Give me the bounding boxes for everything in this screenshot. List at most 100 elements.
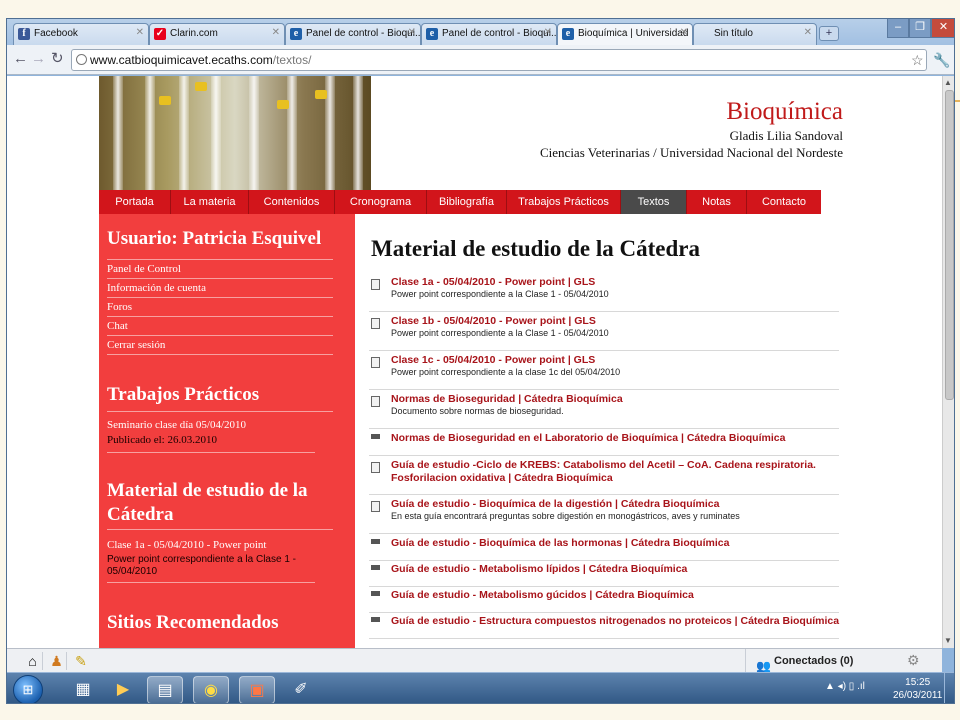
vertical-scrollbar[interactable]: ▲ ▼ — [942, 76, 954, 648]
sidebar-link-panel-control[interactable]: Panel de Control — [107, 260, 333, 279]
list-item[interactable]: Guía de estudio - Bioquímica de la diges… — [369, 498, 839, 534]
list-item[interactable]: Guía de estudio -Ciclo de KREBS: Catabol… — [369, 459, 839, 495]
system-tray[interactable]: ▲ ◂) ▯ .ıl — [825, 681, 865, 692]
home-icon[interactable]: ⌂ — [23, 652, 43, 670]
chrome-icon[interactable]: ◉ — [193, 676, 229, 703]
document-title-link[interactable]: Guía de estudio - Metabolismo gúcidos | … — [391, 589, 841, 602]
sidebar-link-cerrar-sesion[interactable]: Cerrar sesión — [107, 336, 333, 355]
document-title-link[interactable]: Normas de Bioseguridad | Cátedra Bioquím… — [391, 393, 841, 406]
connected-users-button[interactable]: 👥 Conectados (0) — [745, 649, 905, 673]
tab-close-icon[interactable]: ✕ — [272, 27, 280, 38]
document-title-link[interactable]: Guía de estudio -Ciclo de KREBS: Catabol… — [391, 459, 841, 485]
close-window-button[interactable]: ✕ — [931, 19, 954, 38]
menu-contacto[interactable]: Contacto — [747, 190, 821, 214]
document-desc: Power point correspondiente a la clase 1… — [391, 367, 621, 377]
menu-contenidos[interactable]: Contenidos — [249, 190, 335, 214]
wrench-icon[interactable]: 🔧 — [933, 52, 950, 69]
system-clock[interactable]: 15:25 26/03/2011 — [893, 676, 942, 702]
browser-toolbar: ← → ↻ www.catbioquimicavet.ecaths.com/te… — [7, 45, 954, 75]
menu-cronograma[interactable]: Cronograma — [335, 190, 427, 214]
tab-clarin[interactable]: ✓ Clarin.com ✕ — [149, 23, 285, 45]
list-item[interactable]: Guía de estudio - Bioquímica de las horm… — [369, 537, 839, 561]
document-title-link[interactable]: Guía de estudio - Estructura compuestos … — [391, 615, 841, 628]
material-item-link[interactable]: Clase 1a - 05/04/2010 - Power point — [107, 539, 266, 551]
tab-panel-control-1[interactable]: e Panel de control - Bioqui... ✕ — [285, 23, 421, 45]
sidebar-link-foros[interactable]: Foros — [107, 298, 333, 317]
page-viewport: Bioquímica Gladis Lilia Sandoval Ciencia… — [7, 76, 942, 648]
sidebar-link-chat[interactable]: Chat — [107, 317, 333, 336]
document-title-link[interactable]: Guía de estudio - Bioquímica de las horm… — [391, 537, 841, 550]
list-item[interactable]: Guía de estudio - Metabolismo lípidos | … — [369, 563, 839, 587]
document-title-link[interactable]: Clase 1c - 05/04/2010 - Power point | GL… — [391, 354, 841, 367]
media-player-icon[interactable]: ▶ — [105, 676, 141, 703]
tp-item-link[interactable]: Seminario clase día 05/04/2010 — [107, 419, 246, 431]
document-title-link[interactable]: Clase 1a - 05/04/2010 - Power point | GL… — [391, 276, 841, 289]
calculator-icon[interactable]: ▦ — [65, 676, 101, 703]
ie-icon: e — [426, 28, 438, 40]
clock-date: 26/03/2011 — [893, 690, 943, 701]
main-menu: Portada La materia Contenidos Cronograma… — [99, 190, 821, 214]
explorer-icon[interactable]: ▤ — [147, 676, 183, 703]
reload-icon[interactable]: ↻ — [51, 51, 64, 67]
show-desktop-button[interactable] — [944, 673, 954, 703]
clock-time: 15:25 — [905, 677, 931, 688]
address-bar[interactable]: www.catbioquimicavet.ecaths.com/textos/ — [71, 49, 927, 71]
globe-icon — [76, 54, 87, 65]
site-author: Gladis Lilia Sandoval — [729, 128, 843, 143]
tab-close-icon[interactable]: ✕ — [544, 27, 552, 38]
document-icon — [371, 434, 380, 439]
chat-bar: ⌂ ♟ ✎ 👥 Conectados (0) ⚙ — [7, 648, 942, 673]
list-item[interactable]: Clase 1c - 05/04/2010 - Power point | GL… — [369, 354, 839, 390]
page-title: Material de estudio de la Cátedra — [371, 236, 700, 261]
scroll-down-arrow-icon[interactable]: ▼ — [944, 636, 952, 645]
document-title-link[interactable]: Guía de estudio - Metabolismo lípidos | … — [391, 563, 841, 576]
sidebar-link-info-cuenta[interactable]: Información de cuenta — [107, 279, 333, 298]
material-item-desc: Power point correspondiente a la Clase 1… — [107, 554, 296, 577]
menu-bibliografia[interactable]: Bibliografía — [427, 190, 507, 214]
list-item[interactable]: Normas de Bioseguridad en el Laboratorio… — [369, 432, 839, 456]
document-icon — [371, 565, 380, 570]
maximize-button[interactable]: ❐ — [909, 19, 931, 38]
site-institution: Ciencias Veterinarias / Universidad Naci… — [540, 145, 843, 160]
tab-bioquimica[interactable]: e Bioquímica | Universidad ... ✕ — [557, 23, 693, 46]
back-arrow-icon[interactable]: ← — [13, 51, 28, 67]
scrollbar-thumb[interactable] — [945, 90, 954, 400]
document-desc: En esta guía encontrará preguntas sobre … — [391, 511, 740, 521]
list-item[interactable]: Guía de estudio - Estructura compuestos … — [369, 615, 839, 639]
tab-close-icon[interactable]: ✕ — [408, 27, 416, 38]
list-item[interactable]: Guía de estudio - Metabolismo gúcidos | … — [369, 589, 839, 613]
bookmark-star-icon[interactable]: ☆ — [911, 52, 924, 69]
new-tab-button[interactable]: + — [819, 26, 839, 41]
start-button[interactable]: ⊞ — [13, 675, 43, 703]
pencil-icon[interactable]: ✎ — [71, 652, 91, 670]
tab-panel-control-2[interactable]: e Panel de control - Bioqui... ✕ — [421, 23, 557, 45]
menu-trabajos-practicos[interactable]: Trabajos Prácticos — [507, 190, 621, 214]
tab-facebook[interactable]: f Facebook ✕ — [13, 23, 149, 45]
user-icon[interactable]: ♟ — [47, 652, 67, 670]
document-title-link[interactable]: Clase 1b - 05/04/2010 - Power point | GL… — [391, 315, 841, 328]
url-host: www.catbioquimicavet.ecaths.com — [90, 53, 273, 67]
powerpoint-icon[interactable]: ▣ — [239, 676, 275, 703]
tab-close-icon[interactable]: ✕ — [680, 27, 688, 38]
gear-icon[interactable]: ⚙ — [907, 652, 920, 669]
list-item[interactable]: Clase 1a - 05/04/2010 - Power point | GL… — [369, 276, 839, 312]
minimize-button[interactable]: ‒ — [887, 19, 909, 38]
list-item[interactable]: Normas de Bioseguridad | Cátedra Bioquím… — [369, 393, 839, 429]
menu-la-materia[interactable]: La materia — [171, 190, 249, 214]
forward-arrow-icon[interactable]: → — [31, 51, 46, 67]
tab-label: Sin título — [714, 28, 753, 39]
document-icon — [371, 462, 380, 473]
tab-close-icon[interactable]: ✕ — [136, 27, 144, 38]
menu-notas[interactable]: Notas — [687, 190, 747, 214]
menu-portada[interactable]: Portada — [99, 190, 171, 214]
menu-textos[interactable]: Textos — [621, 190, 687, 214]
sites-heading: Sitios Recomendados — [107, 612, 279, 633]
tab-close-icon[interactable]: ✕ — [804, 27, 812, 38]
list-item[interactable]: Clase 1b - 05/04/2010 - Power point | GL… — [369, 315, 839, 351]
document-title-link[interactable]: Normas de Bioseguridad en el Laboratorio… — [391, 432, 841, 445]
tab-sin-titulo[interactable]: Sin título ✕ — [693, 23, 817, 45]
paint-icon[interactable]: ✐ — [283, 676, 319, 703]
scroll-up-arrow-icon[interactable]: ▲ — [944, 78, 952, 87]
document-title-link[interactable]: Guía de estudio - Bioquímica de la diges… — [391, 498, 841, 511]
facebook-icon: f — [18, 28, 30, 40]
